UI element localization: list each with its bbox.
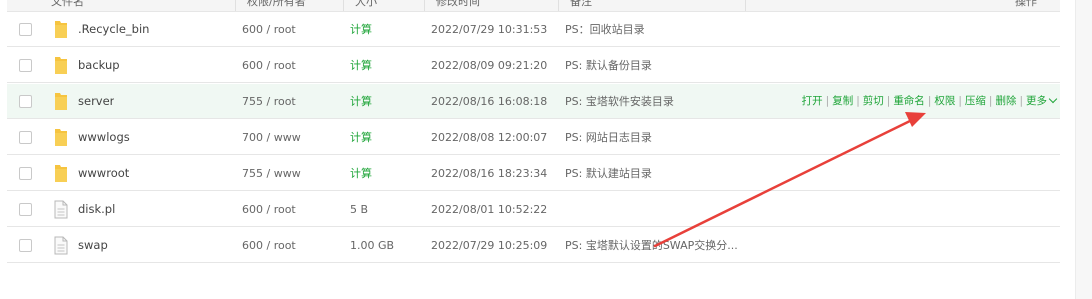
annotation-arrow-icon [653, 112, 926, 248]
